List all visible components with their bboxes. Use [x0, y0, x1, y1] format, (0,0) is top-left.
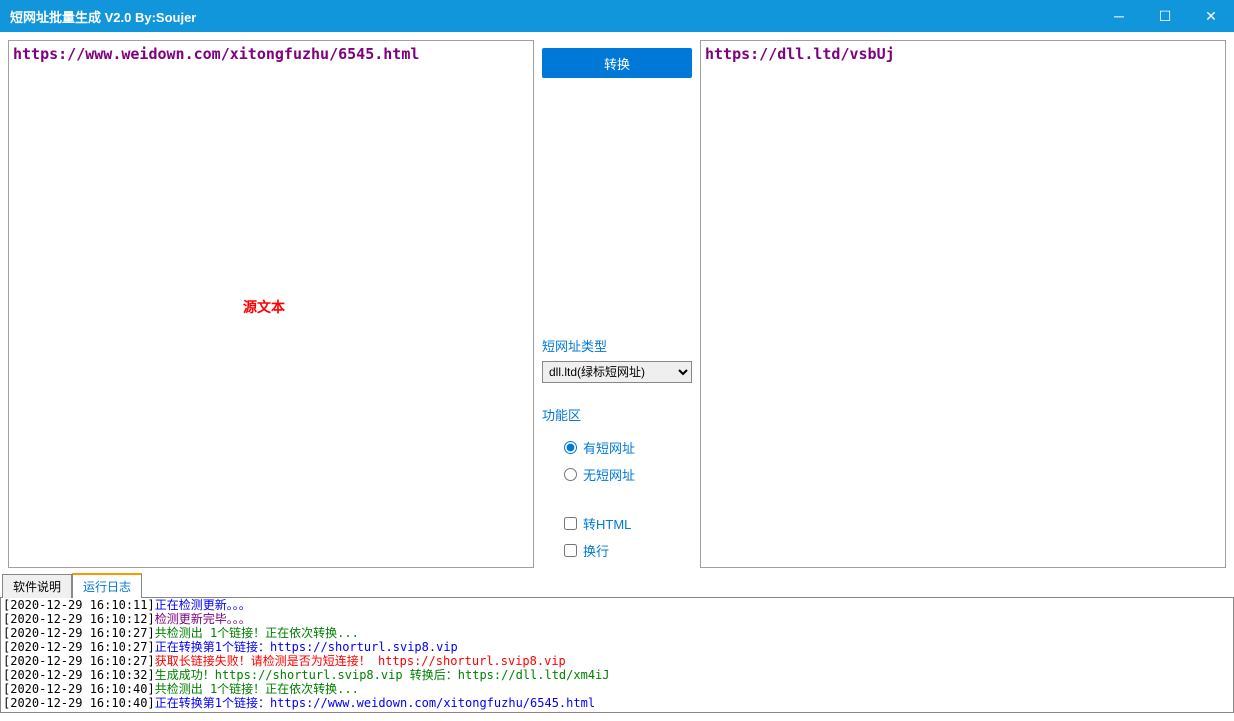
minimize-button[interactable]: ─	[1096, 0, 1142, 32]
log-line: [2020-12-29 16:10:40]共检测出 1个链接！正在依次转换...	[3, 682, 1231, 696]
maximize-button[interactable]: ☐	[1142, 0, 1188, 32]
window-controls: ─ ☐ ✕	[1096, 0, 1234, 32]
option-has-short-url[interactable]: 有短网址	[564, 438, 692, 457]
radio-has-short[interactable]	[564, 441, 577, 454]
center-panel: 转换 短网址类型 dll.ltd(绿标短网址) 功能区 有短网址 无短网址 转H…	[542, 40, 692, 568]
short-url-type-select[interactable]: dll.ltd(绿标短网址)	[542, 361, 692, 383]
short-url-type-label: 短网址类型	[542, 336, 692, 355]
close-button[interactable]: ✕	[1188, 0, 1234, 32]
option-wrap[interactable]: 换行	[564, 541, 692, 560]
tab-description[interactable]: 软件说明	[2, 574, 72, 598]
checkbox-to-html[interactable]	[564, 517, 577, 530]
titlebar: 短网址批量生成 V2.0 By:Soujer ─ ☐ ✕	[0, 0, 1234, 32]
convert-button[interactable]: 转换	[542, 48, 692, 78]
output-url: https://dll.ltd/vsbUj	[705, 45, 895, 63]
log-line: [2020-12-29 16:10:27]共检测出 1个链接！正在依次转换...	[3, 626, 1231, 640]
checkbox-wrap[interactable]	[564, 544, 577, 557]
log-line: [2020-12-29 16:10:27]正在转换第1个链接：https://s…	[3, 640, 1231, 654]
window-title: 短网址批量生成 V2.0 By:Soujer	[10, 7, 196, 26]
bottom-tabs: 软件说明 运行日志	[0, 576, 1234, 598]
option-to-html[interactable]: 转HTML	[564, 514, 692, 533]
log-line: [2020-12-29 16:10:11]正在检测更新。。。	[3, 598, 1231, 612]
source-url: https://www.weidown.com/xitongfuzhu/6545…	[13, 45, 419, 63]
log-line: [2020-12-29 16:10:32]生成成功！https://shortu…	[3, 668, 1231, 682]
source-textbox[interactable]: https://www.weidown.com/xitongfuzhu/6545…	[8, 40, 534, 568]
log-line: [2020-12-29 16:10:40]正在转换第1个链接：https://w…	[3, 696, 1231, 710]
radio-no-short[interactable]	[564, 468, 577, 481]
option-no-short-url[interactable]: 无短网址	[564, 465, 692, 484]
tab-log[interactable]: 运行日志	[72, 573, 142, 598]
log-line: [2020-12-29 16:10:12]检测更新完毕。。。	[3, 612, 1231, 626]
log-line: [2020-12-29 16:10:27]获取长链接失败！请检测是否为短连接！ …	[3, 654, 1231, 668]
source-label: 源文本	[9, 297, 519, 317]
function-area-label: 功能区	[542, 405, 692, 424]
main-area: https://www.weidown.com/xitongfuzhu/6545…	[0, 32, 1234, 576]
output-textbox[interactable]: https://dll.ltd/vsbUj	[700, 40, 1226, 568]
log-panel[interactable]: [2020-12-29 16:10:11]短网址类型加载完毕。。。[2020-1…	[0, 598, 1234, 713]
